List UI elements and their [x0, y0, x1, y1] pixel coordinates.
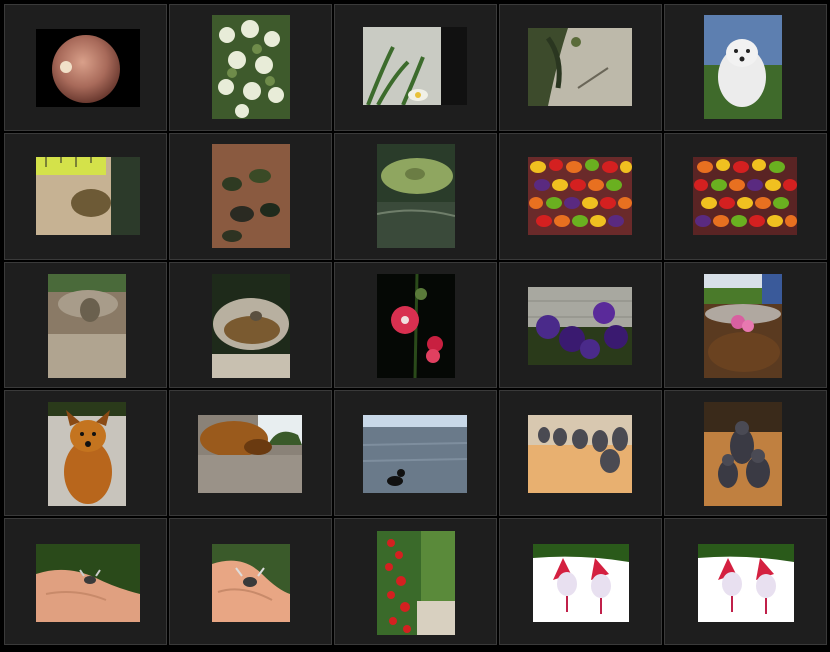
- purple-pansies-icon: [528, 287, 632, 365]
- thumbnail-cell[interactable]: [499, 133, 662, 260]
- thumbnail-cell[interactable]: [664, 133, 827, 260]
- thumbnail-gallery: [0, 0, 830, 652]
- fuchsia-icon: [533, 544, 629, 622]
- thumbnail-cell[interactable]: [169, 4, 332, 131]
- red-flowers-icon: [377, 531, 455, 635]
- grass-shadow-icon: [528, 28, 632, 106]
- colorful-candies-icon: [528, 157, 632, 235]
- thumbnail-cell[interactable]: [169, 262, 332, 388]
- thumbnail-cell[interactable]: [169, 518, 332, 645]
- thumbnail-cell[interactable]: [499, 390, 662, 516]
- birdbath-icon: [212, 274, 290, 378]
- pond-flowers-icon: [704, 274, 782, 378]
- brown-dog-icon: [48, 402, 126, 506]
- fly-on-hand-icon: [36, 544, 140, 622]
- buddha-statues-icon: [704, 402, 782, 506]
- thumbnail-cell[interactable]: [499, 262, 662, 388]
- frog-on-leaf-icon: [377, 144, 455, 248]
- frog-ruler-icon: [36, 157, 140, 235]
- fuchsia-icon: [698, 544, 794, 622]
- thumbnail-cell[interactable]: [499, 518, 662, 645]
- thumbnail-cell[interactable]: [4, 4, 167, 131]
- thumbnail-cell[interactable]: [664, 518, 827, 645]
- dog-swimming-icon: [363, 415, 467, 493]
- fly-on-hand-icon: [212, 544, 290, 622]
- water-frogs-icon: [212, 144, 290, 248]
- thumbnail-cell[interactable]: [334, 262, 497, 388]
- thumbnail-cell[interactable]: [499, 4, 662, 131]
- fundus-image-icon: [36, 29, 140, 107]
- thumbnail-cell[interactable]: [4, 262, 167, 388]
- thumbnail-cell[interactable]: [169, 133, 332, 260]
- thumbnail-cell[interactable]: [664, 262, 827, 388]
- buddha-statues-icon: [528, 415, 632, 493]
- stone-face-icon: [48, 274, 126, 378]
- colorful-candies-icon: [693, 157, 797, 235]
- thumbnail-cell[interactable]: [334, 133, 497, 260]
- thumbnail-cell[interactable]: [664, 390, 827, 516]
- white-dog-icon: [704, 15, 782, 119]
- thumbnail-cell[interactable]: [4, 133, 167, 260]
- red-hollyhock-icon: [377, 274, 455, 378]
- thumbnail-cell[interactable]: [334, 518, 497, 645]
- thumbnail-cell[interactable]: [664, 4, 827, 131]
- thumbnail-cell[interactable]: [4, 518, 167, 645]
- thumbnail-cell[interactable]: [334, 390, 497, 516]
- thumbnail-cell[interactable]: [334, 4, 497, 131]
- white-flowers-icon: [212, 15, 290, 119]
- thumbnail-cell[interactable]: [169, 390, 332, 516]
- thumbnail-cell[interactable]: [4, 390, 167, 516]
- sleeping-dog-icon: [198, 415, 302, 493]
- plant-wall-icon: [363, 27, 467, 105]
